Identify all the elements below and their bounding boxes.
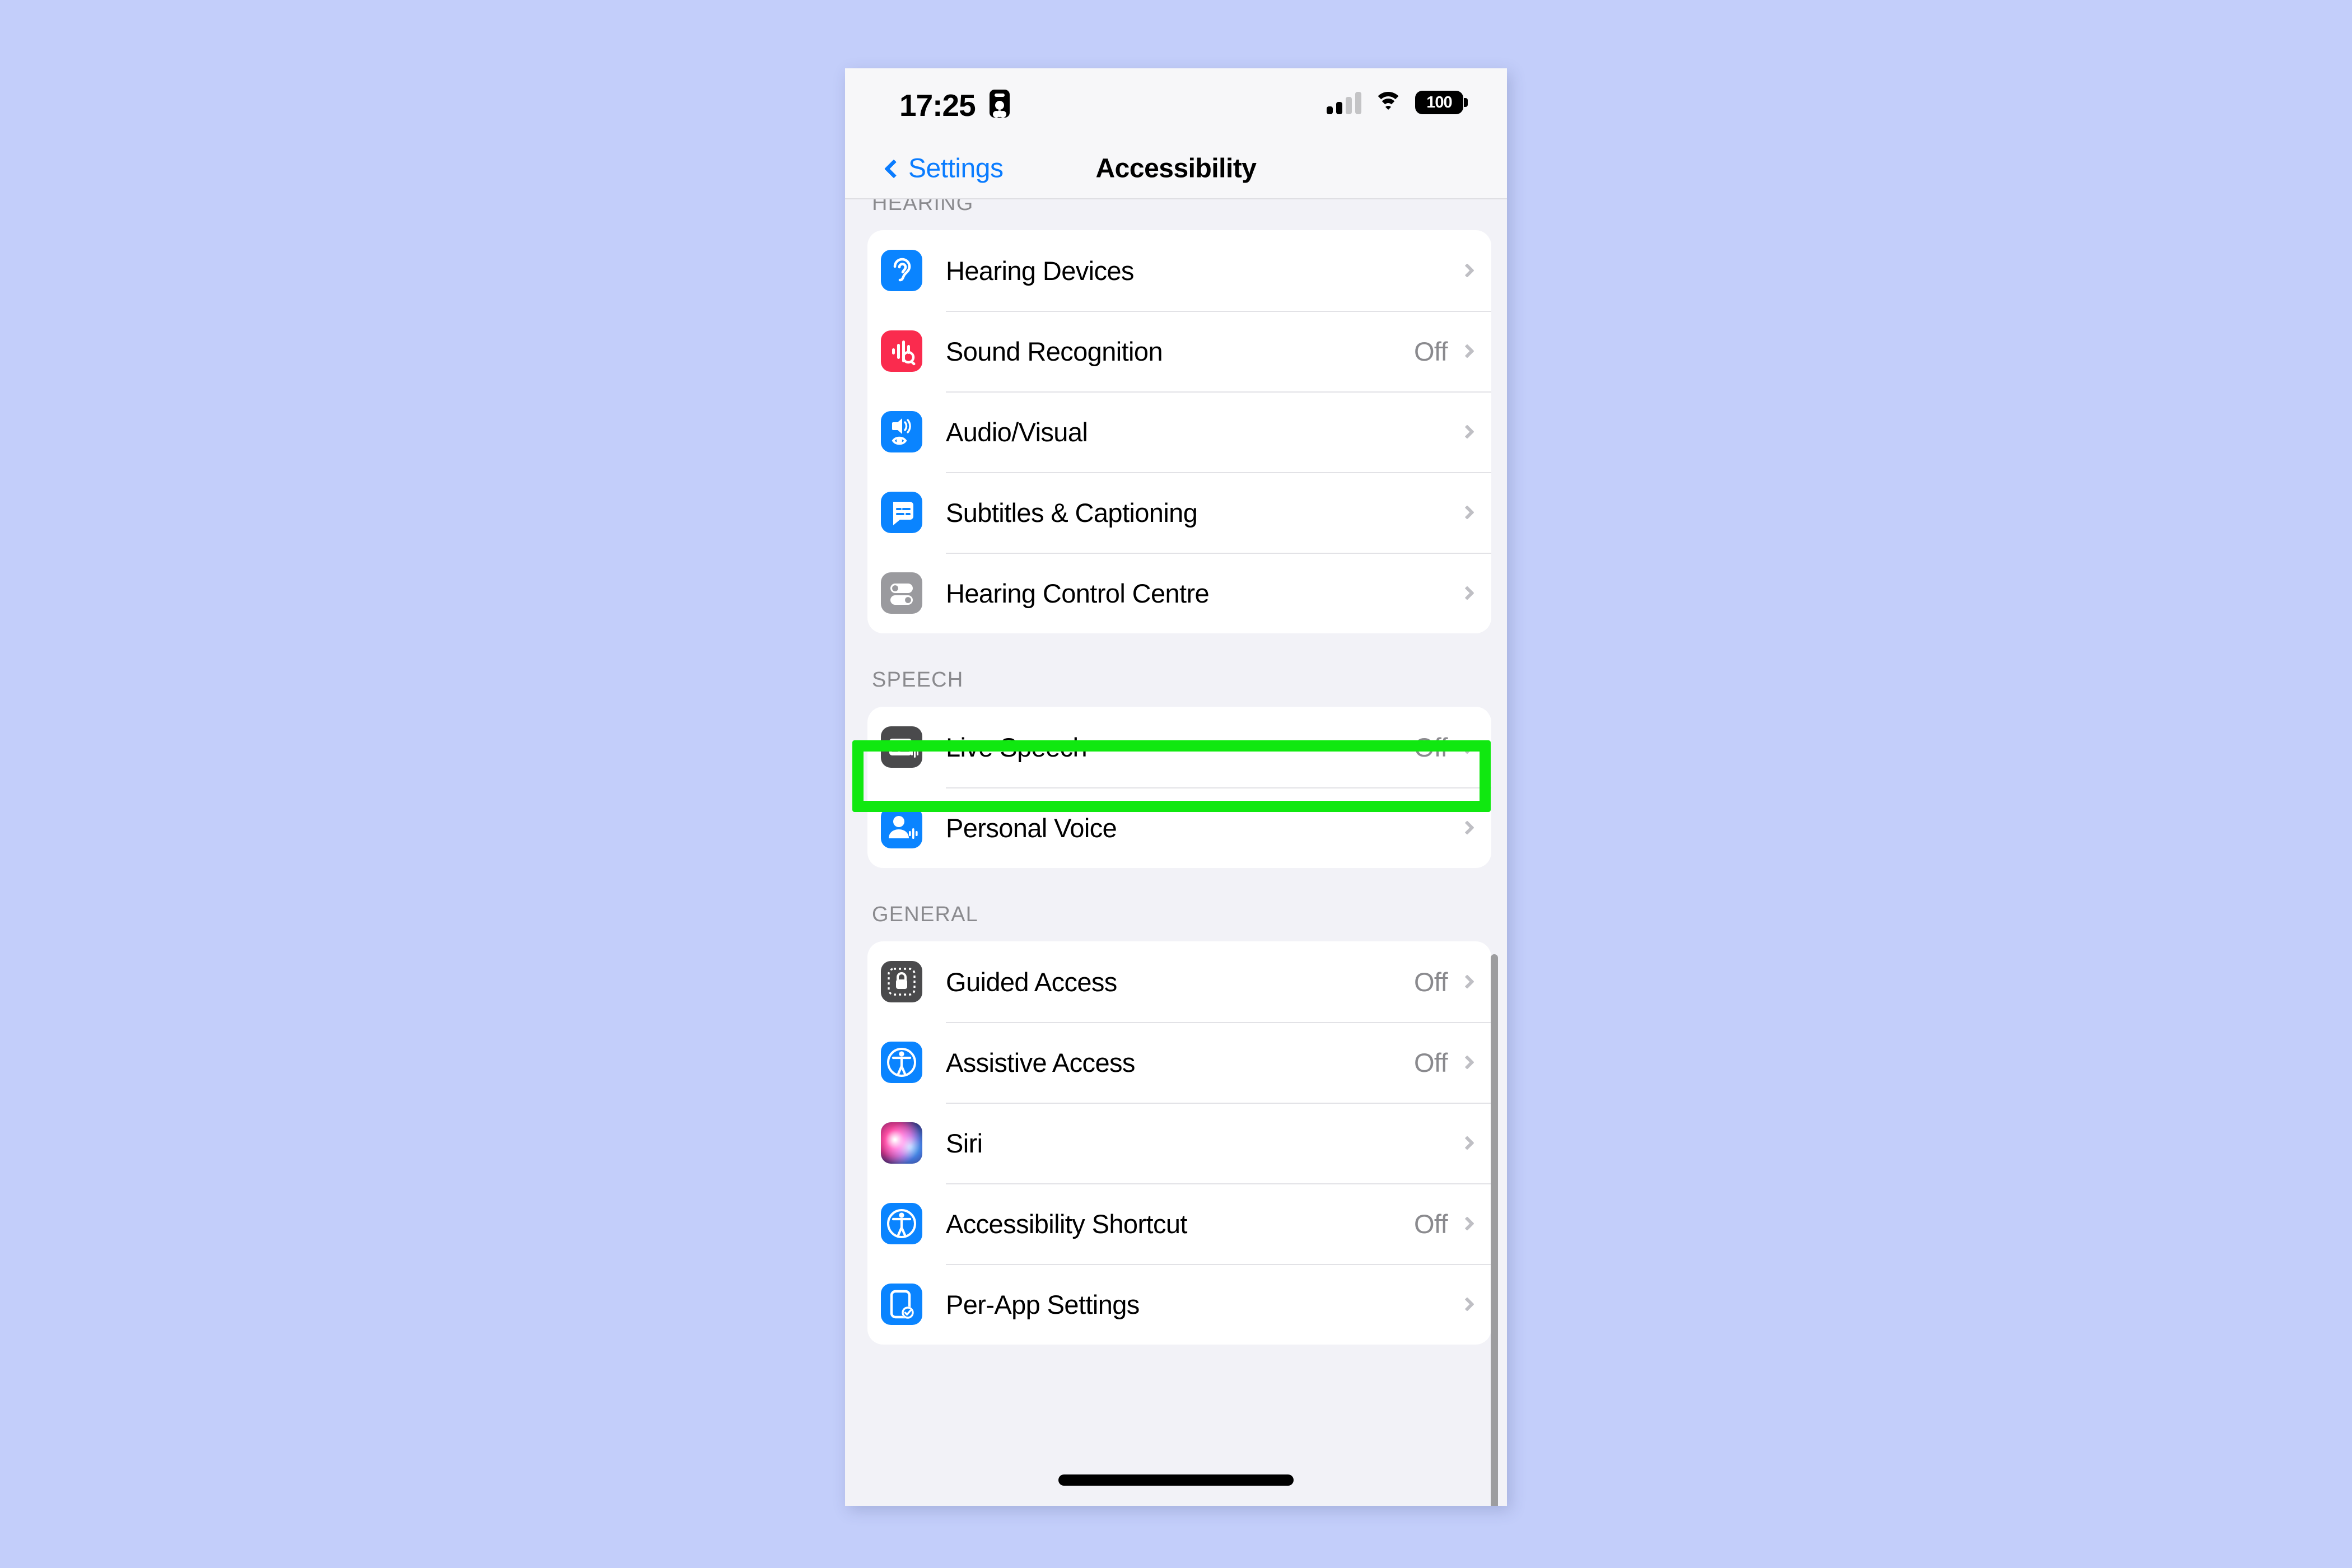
settings-list[interactable]: HEARING Hearing Devices Sound Recognitio… [845, 199, 1507, 1506]
row-audio-visual[interactable]: Audio/Visual [867, 391, 1491, 472]
person-waveform-icon [881, 807, 922, 848]
row-value: Off [1413, 336, 1448, 366]
chevron-right-icon [1460, 974, 1474, 989]
row-accessibility-shortcut[interactable]: Accessibility Shortcut Off [867, 1183, 1491, 1264]
device-check-icon [881, 1284, 922, 1325]
back-button-label: Settings [908, 153, 1004, 184]
siri-orb-icon [881, 1122, 922, 1164]
chevron-right-icon [1460, 505, 1474, 520]
cellular-signal-icon [1327, 92, 1361, 114]
speaker-eye-icon [881, 411, 922, 452]
chevron-right-icon [1460, 586, 1474, 600]
row-hearing-control-centre[interactable]: Hearing Control Centre [867, 553, 1491, 633]
section-card-speech: Live Speech Off Personal Voice [867, 707, 1491, 868]
row-label: Live Speech [946, 732, 1088, 762]
waveform-magnifier-icon [881, 330, 922, 372]
id-badge-icon [990, 90, 1010, 118]
accessibility-icon [881, 1042, 922, 1083]
row-guided-access[interactable]: Guided Access Off [867, 941, 1491, 1022]
chevron-right-icon [1460, 263, 1474, 278]
row-label: Hearing Control Centre [946, 578, 1210, 608]
row-label: Siri [946, 1128, 983, 1158]
caption-bubble-icon [881, 492, 922, 533]
row-label: Sound Recognition [946, 336, 1163, 366]
row-live-speech[interactable]: Live Speech Off [867, 707, 1491, 787]
chevron-right-icon [1460, 424, 1474, 439]
chevron-right-icon [1460, 1055, 1474, 1070]
wifi-icon [1374, 92, 1403, 114]
scrollbar[interactable] [1491, 954, 1498, 1506]
row-label: Hearing Devices [946, 255, 1134, 286]
chevron-left-icon [884, 159, 903, 178]
row-sound-recognition[interactable]: Sound Recognition Off [867, 311, 1491, 391]
row-siri[interactable]: Siri [867, 1103, 1491, 1183]
row-personal-voice[interactable]: Personal Voice [867, 787, 1491, 868]
status-time: 17:25 [899, 88, 976, 123]
ear-icon [881, 250, 922, 291]
lock-dotted-icon [881, 961, 922, 1002]
nav-bar: Settings Accessibility [845, 139, 1507, 199]
row-label: Assistive Access [946, 1047, 1135, 1077]
phone-screen: 17:25 100 Settings Accessibility HEARING [845, 68, 1507, 1506]
row-label: Audio/Visual [946, 417, 1088, 447]
row-label: Subtitles & Captioning [946, 497, 1198, 528]
row-label: Guided Access [946, 967, 1117, 997]
row-label: Per-App Settings [946, 1289, 1140, 1319]
section-header-hearing: HEARING [872, 199, 974, 215]
battery-level: 100 [1426, 93, 1452, 111]
row-subtitles-captioning[interactable]: Subtitles & Captioning [867, 472, 1491, 553]
status-bar: 17:25 100 [845, 68, 1507, 139]
row-label: Accessibility Shortcut [946, 1208, 1187, 1239]
chevron-right-icon [1460, 1136, 1474, 1150]
home-indicator[interactable] [1058, 1474, 1294, 1486]
row-per-app-settings[interactable]: Per-App Settings [867, 1264, 1491, 1345]
row-value: Off [1413, 1208, 1448, 1239]
row-assistive-access[interactable]: Assistive Access Off [867, 1022, 1491, 1103]
row-hearing-devices[interactable]: Hearing Devices [867, 230, 1491, 311]
chevron-right-icon [1460, 740, 1474, 754]
chevron-right-icon [1460, 344, 1474, 358]
section-header-speech: SPEECH [872, 668, 964, 692]
chevron-right-icon [1460, 1297, 1474, 1312]
row-label: Personal Voice [946, 813, 1117, 843]
toggles-icon [881, 572, 922, 614]
battery-indicator: 100 [1415, 91, 1468, 114]
section-card-hearing: Hearing Devices Sound Recognition Off Au… [867, 230, 1491, 633]
back-button[interactable]: Settings [884, 153, 1004, 184]
row-value: Off [1413, 967, 1448, 997]
row-value: Off [1413, 1047, 1448, 1077]
keyboard-waveform-icon [881, 726, 922, 768]
chevron-right-icon [1460, 820, 1474, 835]
page-title: Accessibility [1095, 153, 1257, 184]
chevron-right-icon [1460, 1216, 1474, 1231]
section-header-general: GENERAL [872, 903, 979, 926]
section-card-general: Guided Access Off Assistive Access Off S… [867, 941, 1491, 1345]
row-value: Off [1413, 732, 1448, 762]
accessibility-icon [881, 1203, 922, 1244]
